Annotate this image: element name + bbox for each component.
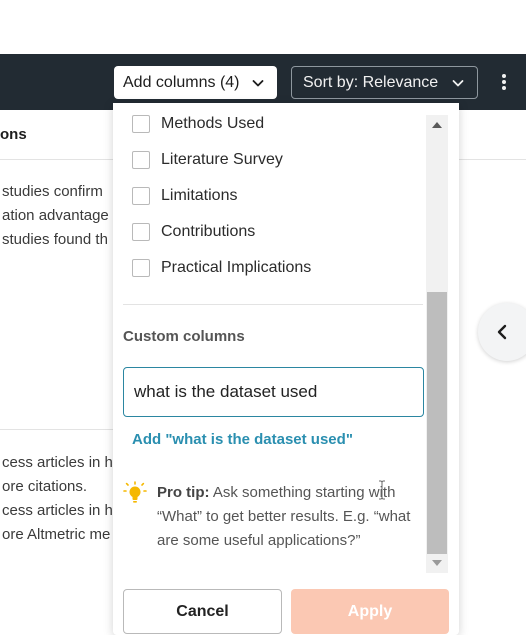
sort-by-dropdown[interactable]: Sort by: Relevance [291, 66, 478, 99]
add-columns-dropdown: Methods Used Literature Survey Limitatio… [113, 103, 459, 635]
collapse-panel-button[interactable] [478, 303, 526, 361]
column-option-contributions[interactable]: Contributions [132, 221, 255, 243]
option-label: Contributions [161, 223, 256, 240]
cell-text-line: ore citations. [2, 478, 88, 495]
checkbox[interactable] [132, 259, 150, 277]
cell-text-line: cess articles in h [2, 502, 113, 519]
cell-text-line: ation advantage [2, 207, 109, 224]
add-columns-label: Add columns (4) [123, 73, 240, 91]
scrollbar-thumb[interactable] [427, 292, 447, 554]
column-option-practical-implications[interactable]: Practical Implications [132, 257, 311, 279]
chevron-left-icon [497, 324, 507, 340]
cell-text-line: studies found th [2, 231, 108, 248]
option-label: Literature Survey [161, 151, 283, 168]
scroll-up-arrow-icon[interactable] [426, 115, 448, 135]
add-columns-button[interactable]: Add columns (4) [114, 66, 277, 99]
option-label: Practical Implications [161, 259, 312, 276]
section-divider [123, 304, 423, 305]
custom-column-input[interactable] [123, 367, 424, 417]
checkbox[interactable] [132, 187, 150, 205]
column-option-limitations[interactable]: Limitations [132, 185, 237, 207]
add-custom-column-link[interactable]: Add "what is the dataset used" [132, 431, 353, 448]
option-label: Methods Used [161, 115, 265, 132]
sort-by-label: Sort by: Relevance [303, 73, 439, 91]
chevron-down-icon [452, 79, 464, 86]
cell-text-line: studies confirm [2, 183, 103, 200]
chevron-down-icon [252, 79, 264, 86]
dropdown-scrollbar[interactable] [426, 115, 448, 573]
pro-tip-label: Pro tip: [157, 484, 210, 501]
page: ons studies confirm ation advantage stud… [0, 0, 526, 635]
custom-columns-heading: Custom columns [123, 328, 245, 345]
option-label: Limitations [161, 187, 238, 204]
row-divider [0, 429, 114, 430]
column-option-methods-used[interactable]: Methods Used [132, 113, 264, 135]
checkbox[interactable] [132, 115, 150, 133]
lightbulb-icon [123, 481, 147, 503]
more-options-icon[interactable] [498, 72, 510, 92]
column-option-literature-survey[interactable]: Literature Survey [132, 149, 283, 171]
cell-text-line: ore Altmetric me [2, 526, 111, 543]
text-cursor-icon [379, 480, 385, 500]
checkbox[interactable] [132, 151, 150, 169]
cancel-button[interactable]: Cancel [123, 589, 282, 634]
apply-button[interactable]: Apply [291, 589, 449, 634]
checkbox[interactable] [132, 223, 150, 241]
results-toolbar: Add columns (4) Sort by: Relevance [0, 54, 526, 110]
column-header: ons [0, 126, 27, 143]
cell-text-line: cess articles in h [2, 454, 113, 471]
scroll-down-arrow-icon[interactable] [426, 553, 448, 573]
